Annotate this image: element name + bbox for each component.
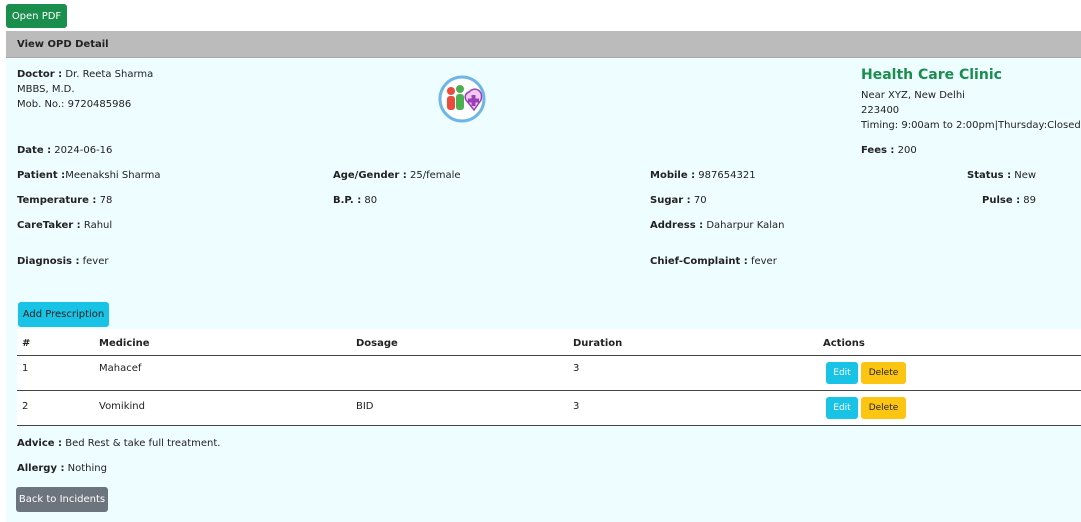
advice: Advice : Bed Rest & take full treatment. [17, 438, 221, 449]
row-1-duration: 3 [573, 363, 580, 374]
col-header-medicine: Medicine [99, 338, 150, 349]
caretaker: CareTaker : Rahul [17, 220, 113, 231]
doctor-degree: MBBS, M.D. [17, 84, 75, 95]
add-prescription-button[interactable]: Add Prescription [18, 302, 109, 327]
row-2-medicine: Vomikind [99, 401, 145, 412]
blood-pressure: B.P. : 80 [333, 195, 378, 206]
col-header-num: # [22, 338, 31, 349]
clinic-name: Health Care Clinic [861, 67, 1002, 83]
age-gender: Age/Gender : 25/female [333, 170, 461, 181]
diagnosis: Diagnosis : fever [17, 256, 109, 267]
col-header-dosage: Dosage [356, 338, 398, 349]
row-2-num: 2 [22, 401, 29, 412]
row-2-edit-button[interactable]: Edit [826, 397, 858, 419]
clinic-address: Near XYZ, New Delhi [861, 90, 965, 101]
page-title: View OPD Detail [17, 39, 109, 50]
visit-date: Date : 2024-06-16 [17, 145, 113, 156]
opd-detail-card: View OPD Detail Doctor : Dr. Reeta Sharm… [6, 31, 1081, 522]
status: Status : New [967, 170, 1037, 181]
card-header: View OPD Detail [6, 31, 1081, 58]
row-1-edit-button[interactable]: Edit [826, 362, 858, 384]
col-header-duration: Duration [573, 338, 623, 349]
prescription-table [17, 329, 1081, 425]
patient-name: Patient :Meenakshi Sharma [17, 170, 161, 181]
doctor-name: Doctor : Dr. Reeta Sharma [17, 69, 154, 80]
clinic-logo-icon [438, 75, 486, 123]
clinic-timing: Timing: 9:00am to 2:00pm|Thursday:Closed [861, 120, 1081, 131]
patient-mobile: Mobile : 987654321 [650, 170, 756, 181]
address: Address : Daharpur Kalan [650, 220, 785, 231]
row-2-divider [17, 425, 1081, 426]
row-1-divider [17, 390, 1081, 391]
row-1-delete-button[interactable]: Delete [861, 362, 906, 384]
row-1-medicine: Mahacef [99, 363, 142, 374]
clinic-pin: 223400 [861, 105, 900, 116]
temperature: Temperature : 78 [17, 195, 113, 206]
sugar: Sugar : 70 [650, 195, 707, 206]
back-to-incidents-button[interactable]: Back to Incidents [16, 487, 108, 512]
row-2-dosage: BID [356, 401, 374, 412]
row-1-num: 1 [22, 363, 29, 374]
col-header-actions: Actions [823, 338, 865, 349]
table-header-divider [17, 355, 1081, 356]
chief-complaint: Chief-Complaint : fever [650, 256, 777, 267]
allergy: Allergy : Nothing [17, 463, 107, 474]
fees: Fees : 200 [861, 145, 917, 156]
doctor-mobile: Mob. No.: 9720485986 [17, 99, 132, 110]
row-2-duration: 3 [573, 401, 580, 412]
open-pdf-button[interactable]: Open PDF [6, 4, 67, 28]
pulse: Pulse : 89 [982, 195, 1037, 206]
row-2-delete-button[interactable]: Delete [861, 397, 906, 419]
